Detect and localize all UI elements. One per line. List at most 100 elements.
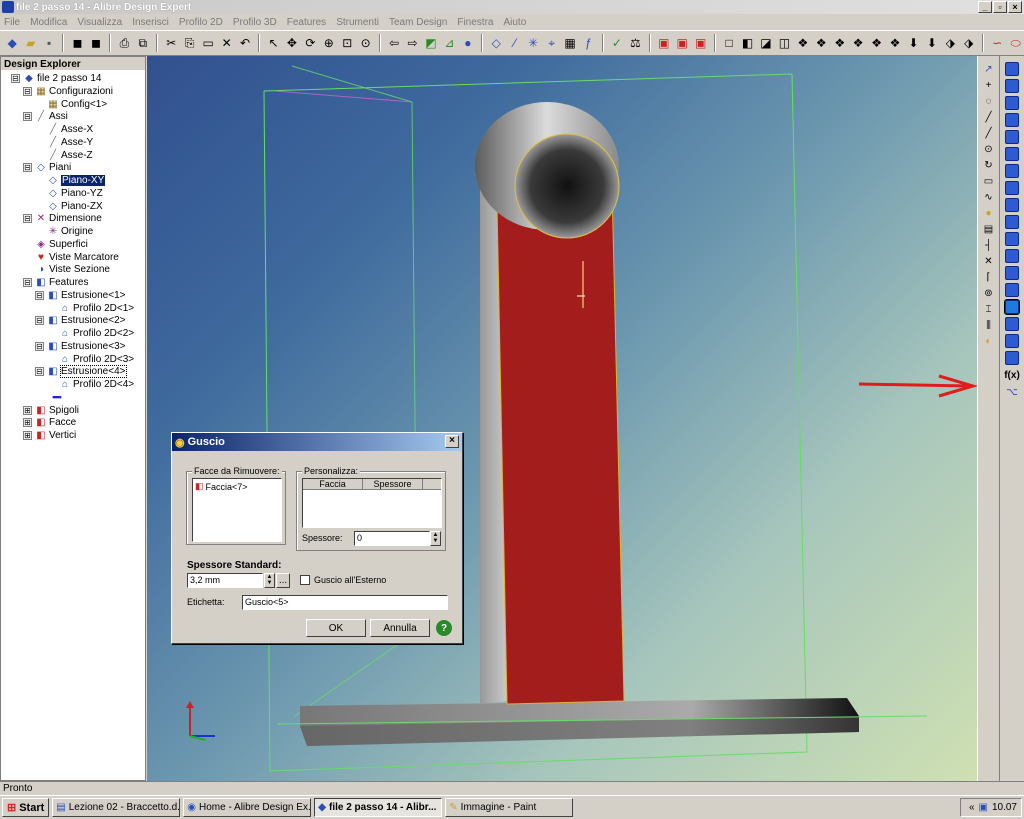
ok-button[interactable]: OK bbox=[306, 619, 366, 637]
expand-icon[interactable]: ⊞ bbox=[23, 418, 32, 428]
collapse-icon[interactable]: ⊟ bbox=[23, 163, 32, 173]
point-icon[interactable]: ✳ bbox=[525, 35, 541, 52]
thicken-icon[interactable] bbox=[1005, 317, 1019, 331]
menu-visualizza[interactable]: Visualizza bbox=[77, 17, 122, 28]
properties-icon[interactable]: ⚖ bbox=[627, 35, 643, 52]
helix-icon[interactable] bbox=[1005, 198, 1019, 212]
draft-icon[interactable] bbox=[1005, 266, 1019, 280]
rib-icon[interactable] bbox=[1005, 215, 1019, 229]
tree-node[interactable]: ◇ Piano-YZ bbox=[35, 187, 103, 200]
hidden-line-icon[interactable]: ◧ bbox=[739, 35, 755, 52]
circle-tool-icon[interactable]: ◌ bbox=[982, 94, 996, 108]
thickness-spinner[interactable]: ▲ ▼ bbox=[430, 531, 441, 546]
tree-node[interactable]: ⊟ ◆ file 2 passo 14 bbox=[11, 72, 102, 85]
tree-node[interactable]: ⊟ ╱ Assi bbox=[23, 110, 68, 123]
collapse-icon[interactable]: ⊟ bbox=[23, 112, 32, 122]
help-button[interactable]: ? bbox=[436, 620, 452, 636]
tree-node[interactable]: ⊟ ◧ Estrusione<3> bbox=[35, 340, 126, 353]
tray-expand-button[interactable]: « bbox=[969, 802, 975, 813]
save-icon[interactable]: ▪ bbox=[41, 35, 57, 52]
collapse-icon[interactable]: ⊟ bbox=[11, 74, 20, 83]
tree-node[interactable]: ⊟ ◧ Estrusione<1> bbox=[35, 289, 126, 302]
coordinate-system-icon[interactable]: ⌖ bbox=[543, 35, 559, 52]
sweep-icon[interactable] bbox=[1005, 164, 1019, 178]
arc-icon[interactable]: ↻ bbox=[982, 158, 996, 172]
tree-node[interactable]: ╱ Asse-Y bbox=[35, 136, 93, 149]
tree-node[interactable]: ⊞ ◧ Vertici bbox=[23, 429, 76, 442]
measure-icon[interactable]: ⊿ bbox=[441, 35, 457, 52]
text-icon[interactable]: ▤ bbox=[982, 222, 996, 236]
sharing-icon[interactable]: ◼ bbox=[88, 35, 104, 52]
dialog-close-button[interactable]: × bbox=[445, 435, 459, 448]
tree-node[interactable]: ⊟ ◧ Estrusione<4> bbox=[35, 365, 127, 379]
shaded-edges-icon[interactable]: ◫ bbox=[776, 35, 792, 52]
collapse-icon[interactable]: ⊟ bbox=[35, 367, 44, 377]
tree-node[interactable]: ⊟ ◇ Piani bbox=[23, 161, 71, 174]
tree-node[interactable]: ⊞ ◧ Spigoli bbox=[23, 404, 79, 417]
browse-button[interactable]: ... bbox=[276, 573, 290, 588]
copy-icon[interactable]: ⎘ bbox=[182, 35, 198, 52]
tree-node[interactable]: ⊟ ✕ Dimensione bbox=[23, 212, 102, 225]
team-icon[interactable]: ◼ bbox=[69, 35, 85, 52]
collapse-icon[interactable]: ⊟ bbox=[35, 290, 44, 300]
view-tool-icon[interactable]: ❖ bbox=[795, 35, 811, 52]
collapse-icon[interactable]: ⊟ bbox=[23, 278, 32, 287]
zoom-window-icon[interactable]: ⊡ bbox=[339, 35, 355, 52]
drawing-icon[interactable]: ▣ bbox=[656, 35, 672, 52]
new-part-icon[interactable]: ◆ bbox=[4, 35, 20, 52]
table-icon[interactable]: ▦ bbox=[562, 35, 578, 52]
menu-modifica[interactable]: Modifica bbox=[30, 17, 67, 28]
render-icon[interactable]: ● bbox=[460, 35, 476, 52]
pattern-feature-icon[interactable] bbox=[1005, 334, 1019, 348]
clock[interactable]: 10.07 bbox=[992, 802, 1017, 813]
cut-sweep-icon[interactable] bbox=[1005, 181, 1019, 195]
chamfer-icon[interactable] bbox=[1005, 249, 1019, 263]
line-tool-icon[interactable]: ╱ bbox=[982, 110, 996, 124]
pan-icon[interactable]: ✥ bbox=[284, 35, 300, 52]
cut-revolve-icon[interactable] bbox=[1005, 113, 1019, 127]
revolve-icon[interactable] bbox=[1005, 96, 1019, 110]
pattern-icon[interactable]: ⫼ bbox=[982, 318, 996, 332]
project-icon[interactable]: ◐ bbox=[982, 334, 996, 348]
menu-file[interactable]: File bbox=[4, 17, 20, 28]
rotate-view-icon[interactable]: ⟳ bbox=[302, 35, 318, 52]
tree-node[interactable]: ♥ Viste Marcatore bbox=[23, 251, 119, 264]
task-home-alibre[interactable]: ◉ Home - Alibre Design Ex... bbox=[183, 798, 312, 817]
tree-node[interactable]: ━ bbox=[23, 389, 81, 405]
zoom-in-icon[interactable]: ⊕ bbox=[321, 35, 337, 52]
menu-aiuto[interactable]: Aiuto bbox=[503, 17, 526, 28]
menu-team-design[interactable]: Team Design bbox=[389, 17, 447, 28]
collapse-icon[interactable]: ⊟ bbox=[23, 214, 32, 224]
cancel-button[interactable]: Annulla bbox=[370, 619, 430, 637]
shell-outside-checkbox[interactable] bbox=[300, 575, 310, 585]
tree-node[interactable]: ▦ Config<1> bbox=[35, 98, 107, 111]
menu-profilo-2d[interactable]: Profilo 2D bbox=[179, 17, 223, 28]
sketch-ellipse-icon[interactable]: ⬭ bbox=[1007, 35, 1023, 52]
expand-icon[interactable]: ⊞ bbox=[23, 431, 32, 440]
hole-icon[interactable] bbox=[1005, 283, 1019, 297]
plus-icon[interactable]: + bbox=[982, 78, 996, 92]
zoom-icon[interactable]: ⊙ bbox=[357, 35, 373, 52]
axis-icon[interactable]: ⁄ bbox=[507, 35, 523, 52]
tree-node[interactable]: ⌂ Profilo 2D<1> bbox=[47, 302, 134, 315]
menu-features[interactable]: Features bbox=[287, 17, 326, 28]
export-icon[interactable]: ▣ bbox=[674, 35, 690, 52]
standard-thickness-spinner[interactable]: ▲ ▼ bbox=[264, 573, 275, 588]
close-button[interactable]: × bbox=[1008, 1, 1022, 13]
wireframe-icon[interactable]: □ bbox=[721, 35, 737, 52]
minimize-button[interactable]: _ bbox=[978, 1, 992, 13]
view-tool-3-icon[interactable]: ❖ bbox=[832, 35, 848, 52]
rectangle-icon[interactable]: ▭ bbox=[982, 174, 996, 188]
view-tool-5-icon[interactable]: ❖ bbox=[868, 35, 884, 52]
shaded-icon[interactable]: ◪ bbox=[758, 35, 774, 52]
extrude-icon[interactable] bbox=[1005, 62, 1019, 76]
view-tool-2-icon[interactable]: ❖ bbox=[813, 35, 829, 52]
constraint-icon[interactable]: ⊚ bbox=[982, 286, 996, 300]
orient-view-icon[interactable]: ◩ bbox=[423, 35, 439, 52]
column-thickness[interactable]: Spessore bbox=[363, 479, 423, 489]
view-tool-6-icon[interactable]: ❖ bbox=[887, 35, 903, 52]
menu-profilo-3d[interactable]: Profilo 3D bbox=[233, 17, 277, 28]
menu-strumenti[interactable]: Strumenti bbox=[336, 17, 379, 28]
restore-button[interactable]: ▫ bbox=[993, 1, 1007, 13]
bom-icon[interactable]: ▣ bbox=[692, 35, 708, 52]
